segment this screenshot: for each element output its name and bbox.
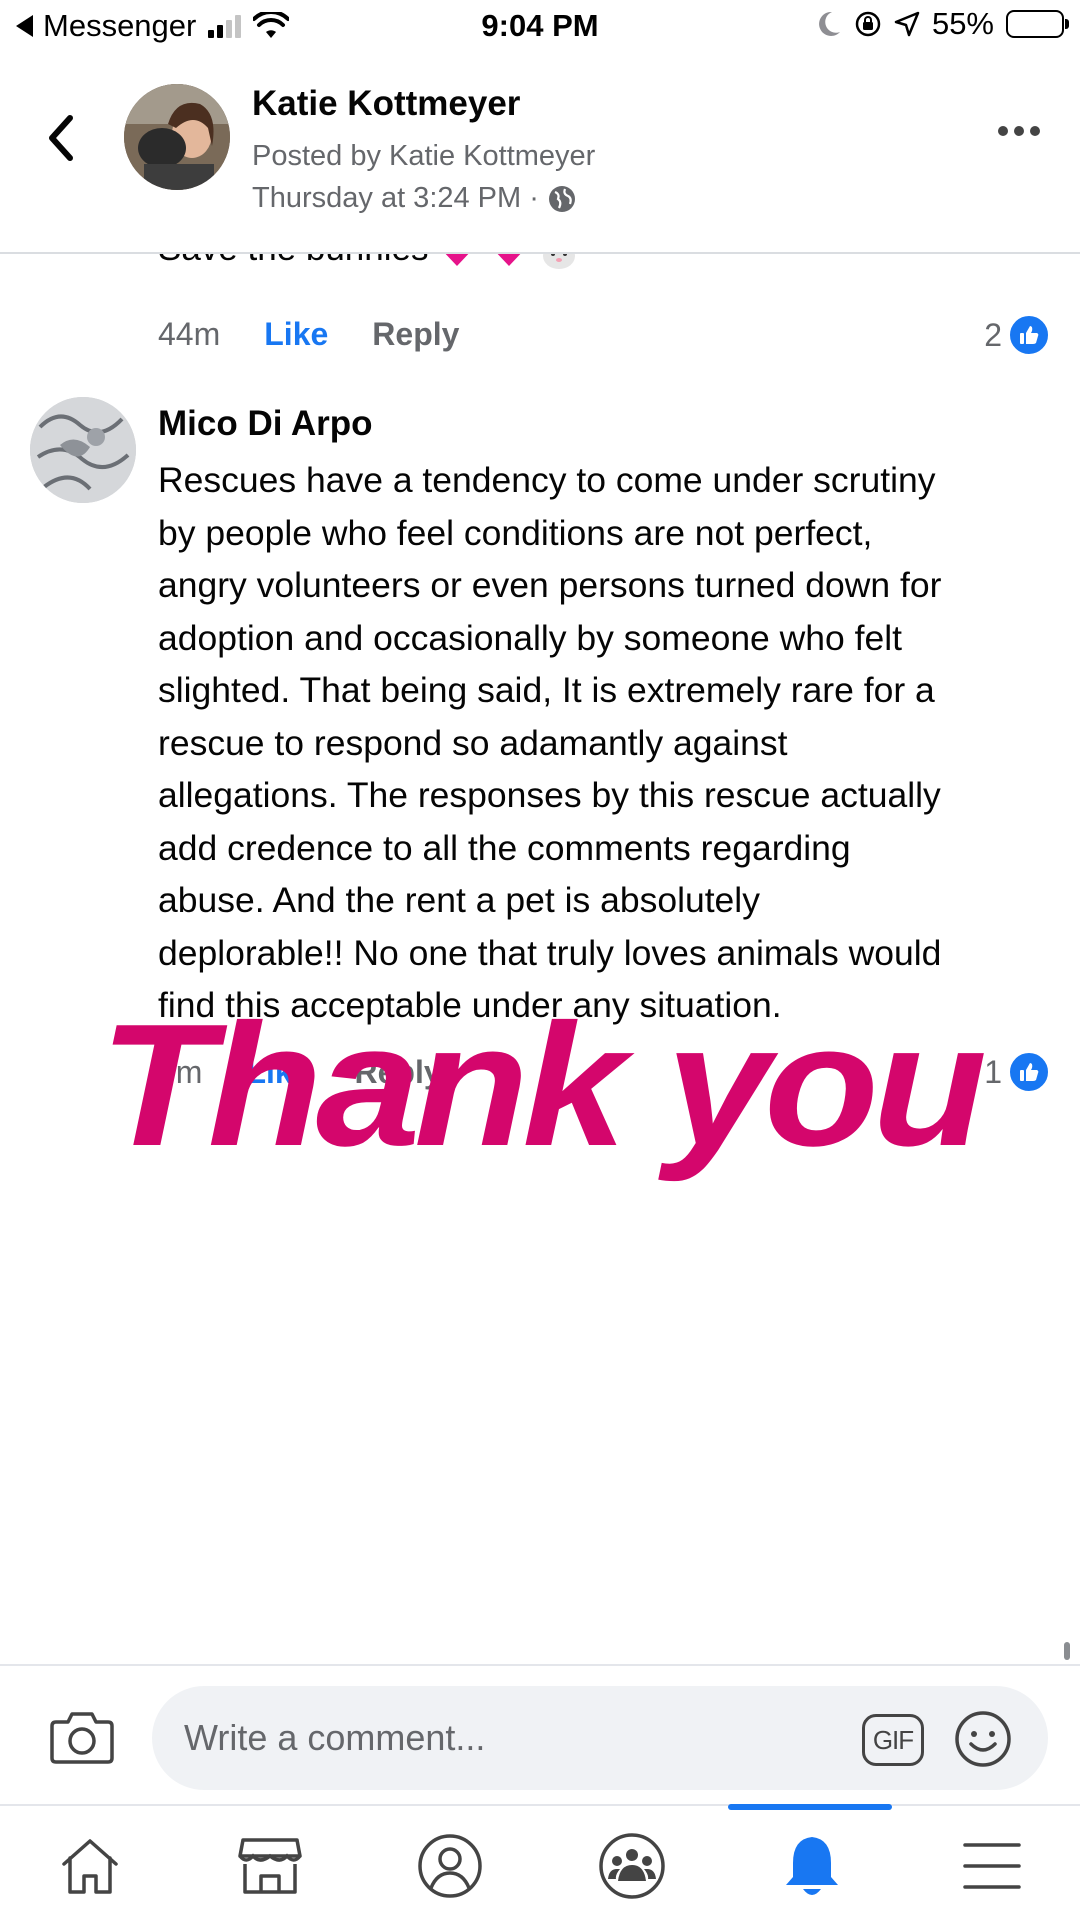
active-tab-indicator — [728, 1804, 892, 1810]
globe-icon — [548, 185, 575, 212]
like-button[interactable]: Like — [264, 316, 328, 353]
groups-icon — [599, 1833, 665, 1899]
post-time-label: Thursday at 3:24 PM · — [252, 182, 539, 214]
reaction-count[interactable]: 2 — [984, 314, 1050, 356]
scroll-indicator[interactable] — [1064, 1642, 1070, 1660]
commenter-avatar[interactable] — [30, 397, 136, 503]
comment-line: slighted. That being said, It is extreme… — [158, 670, 935, 710]
author-avatar[interactable] — [124, 84, 230, 190]
comment-line: angry volunteers or even persons turned … — [158, 565, 942, 605]
posted-by-text: Posted by Katie Kottmeyer — [252, 140, 596, 172]
marketplace-icon — [238, 1838, 302, 1894]
more-options-icon[interactable] — [998, 126, 1040, 136]
home-icon — [62, 1839, 118, 1894]
tab-profile[interactable] — [412, 1828, 488, 1904]
location-icon — [894, 11, 920, 37]
rotation-lock-icon — [855, 11, 881, 37]
tab-menu[interactable] — [954, 1828, 1030, 1904]
post-time: Thursday at 3:24 PM · — [252, 182, 577, 215]
profile-icon — [418, 1834, 482, 1898]
battery-icon — [1006, 10, 1069, 38]
post-author-name[interactable]: Katie Kottmeyer — [252, 84, 520, 124]
commenter-name[interactable]: Mico Di Arpo — [158, 404, 373, 444]
thumbs-up-icon — [1008, 314, 1050, 356]
battery-percent: 55% — [931, 6, 994, 41]
tab-marketplace[interactable] — [232, 1828, 308, 1904]
tab-groups[interactable] — [594, 1828, 670, 1904]
emoji-icon[interactable] — [954, 1710, 1012, 1768]
reaction-count-number: 2 — [984, 316, 1002, 353]
comment-line: add credence to all the comments regardi… — [158, 827, 851, 868]
moon-icon — [819, 11, 840, 36]
comment-line: abuse. And the rent a pet is absolutely — [158, 880, 760, 920]
tab-home[interactable] — [52, 1828, 128, 1904]
comment-line: allegations. The responses by this rescu… — [158, 775, 941, 815]
gif-button[interactable]: GIF — [862, 1714, 924, 1766]
comment-line: adoption and occasionally by someone who… — [158, 617, 903, 658]
sparkling-heart-icon — [498, 254, 521, 266]
comment-line: deplorable!! No one that truly loves ani… — [158, 932, 942, 973]
notifications-icon — [786, 1837, 838, 1895]
bottom-tab-bar — [0, 1804, 1080, 1920]
thank-you-overlay: Thank you — [99, 987, 987, 1182]
menu-icon — [963, 1843, 1021, 1889]
previous-comment-label: Save the bunnies — [158, 254, 428, 269]
comment-line: by people who feel conditions are not pe… — [158, 512, 873, 553]
reply-button[interactable]: Reply — [372, 316, 459, 353]
comment-line: rescue to respond so adamantly against — [158, 722, 788, 763]
post-header: Katie Kottmeyer Posted by Katie Kottmeye… — [0, 56, 1080, 254]
sparkling-heart-icon — [446, 254, 469, 266]
status-bar: Messenger 9:04 PM 55% — [0, 0, 1080, 56]
comment-composer: GIF — [0, 1664, 1080, 1804]
comments-area: Save the bunnies 44m Like Reply 2 Mico D… — [0, 254, 1080, 1664]
status-right: 55% — [816, 6, 1069, 42]
back-chevron-icon[interactable] — [36, 108, 86, 168]
comment-timestamp: 44m — [158, 316, 221, 352]
rabbit-face-icon — [543, 254, 576, 269]
comment-line: Rescues have a tendency to come under sc… — [158, 460, 936, 500]
previous-comment-text: Save the bunnies — [158, 254, 580, 272]
tab-notifications[interactable] — [774, 1828, 850, 1904]
previous-comment-actions: 44m Like Reply — [158, 316, 459, 353]
camera-icon[interactable] — [50, 1708, 114, 1764]
comment-body: Rescues have a tendency to come under sc… — [158, 454, 1058, 1032]
